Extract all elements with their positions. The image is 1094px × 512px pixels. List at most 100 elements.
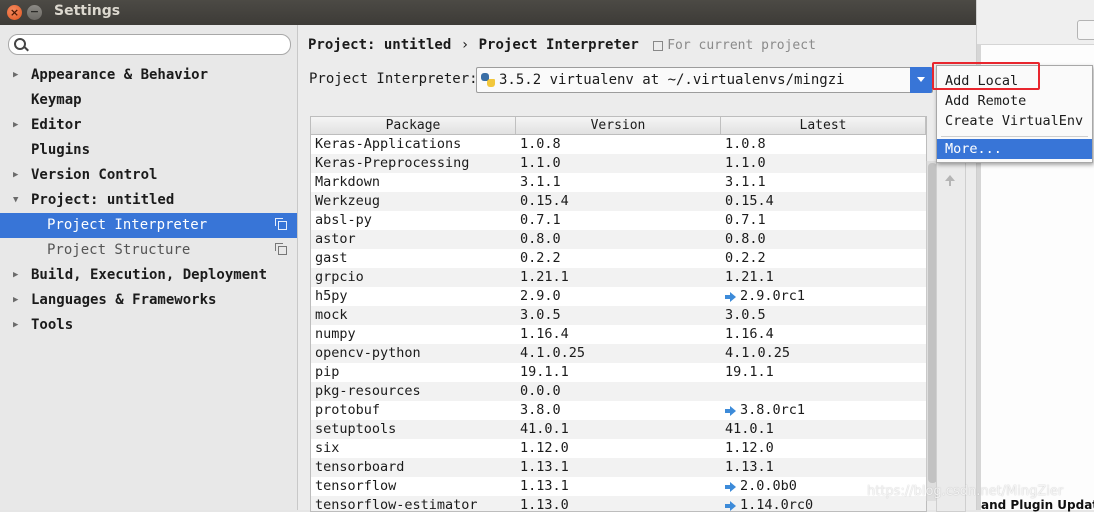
column-header-version[interactable]: Version — [516, 117, 721, 134]
window-title: Settings — [54, 3, 121, 19]
package-version-text: 1.21.1 — [520, 269, 569, 285]
page-title: Project Interpreter — [478, 37, 639, 53]
package-version-text: 41.0.1 — [520, 421, 569, 437]
sidebar-item-build[interactable]: ▶ Build, Execution, Deployment — [0, 263, 297, 288]
sidebar-item-appearance[interactable]: ▶ Appearance & Behavior — [0, 63, 297, 88]
package-version-text: 1.12.0 — [520, 440, 569, 456]
menu-item-more[interactable]: More... — [937, 139, 1092, 159]
table-row[interactable]: tensorflow 1.13.1 2.0.0b0 — [311, 477, 926, 496]
package-version-text: 1.13.1 — [520, 459, 569, 475]
package-name-text: tensorboard — [315, 459, 405, 475]
sidebar-item-languages[interactable]: ▶ Languages & Frameworks — [0, 288, 297, 313]
package-name: absl-py — [315, 211, 372, 230]
table-row[interactable]: mock 3.0.5 3.0.5 — [311, 306, 926, 325]
table-row[interactable]: protobuf 3.8.0 3.8.0rc1 — [311, 401, 926, 420]
package-name: pkg-resources — [315, 382, 421, 401]
sidebar-item-project[interactable]: ▼ Project: untitled — [0, 188, 297, 213]
package-latest-text: 41.0.1 — [725, 421, 774, 437]
expand-arrow-icon[interactable]: ▶ — [13, 313, 18, 338]
package-version: 3.0.5 — [520, 306, 561, 325]
sidebar-item-project-structure[interactable]: Project Structure — [0, 238, 297, 263]
table-row[interactable]: Werkzeug 0.15.4 0.15.4 — [311, 192, 926, 211]
package-name: grpcio — [315, 268, 364, 287]
table-row[interactable]: pip 19.1.1 19.1.1 — [311, 363, 926, 382]
table-row[interactable]: tensorboard 1.13.1 1.13.1 — [311, 458, 926, 477]
packages-table[interactable]: Package Version Latest Keras-Application… — [310, 116, 927, 512]
interpreter-label: Project Interpreter: — [309, 71, 478, 87]
minimize-icon[interactable]: − — [27, 5, 42, 20]
title-bar: × − Settings — [0, 0, 976, 25]
package-version-text: 0.2.2 — [520, 250, 561, 266]
package-latest: 1.12.0 — [725, 439, 774, 458]
package-version-text: 19.1.1 — [520, 364, 569, 380]
package-name-text: absl-py — [315, 212, 372, 228]
table-row[interactable]: Keras-Preprocessing 1.1.0 1.1.0 — [311, 154, 926, 173]
table-row[interactable]: Markdown 3.1.1 3.1.1 — [311, 173, 926, 192]
package-name-text: tensorflow — [315, 478, 397, 494]
sidebar-item-editor[interactable]: ▶ Editor — [0, 113, 297, 138]
table-row[interactable]: pkg-resources 0.0.0 — [311, 382, 926, 401]
package-latest: 1.0.8 — [725, 135, 766, 154]
table-row[interactable]: six 1.12.0 1.12.0 — [311, 439, 926, 458]
package-name: mock — [315, 306, 348, 325]
menu-separator — [941, 136, 1088, 137]
menu-item-create-virtualenv[interactable]: Create VirtualEnv — [937, 111, 1092, 131]
search-input[interactable] — [8, 34, 291, 55]
package-name: six — [315, 439, 339, 458]
sidebar-item-tools[interactable]: ▶ Tools — [0, 313, 297, 338]
upgrade-available-icon — [725, 482, 736, 492]
collapse-arrow-icon[interactable]: ▼ — [13, 188, 18, 213]
table-row[interactable]: h5py 2.9.0 2.9.0rc1 — [311, 287, 926, 306]
table-row[interactable]: opencv-python 4.1.0.25 4.1.0.25 — [311, 344, 926, 363]
package-name: astor — [315, 230, 356, 249]
expand-arrow-icon[interactable]: ▶ — [13, 288, 18, 313]
package-version-text: 1.16.4 — [520, 326, 569, 342]
sidebar-item-label: Editor — [31, 117, 82, 133]
sidebar-item-project-interpreter[interactable]: Project Interpreter — [0, 213, 297, 238]
expand-arrow-icon[interactable]: ▶ — [13, 163, 18, 188]
interpreter-select[interactable]: 3.5.2 virtualenv at ~/.virtualenvs/mingz… — [476, 67, 933, 93]
sidebar-item-plugins[interactable]: Plugins — [0, 138, 297, 163]
upgrade-available-icon — [725, 292, 736, 302]
table-row[interactable]: astor 0.8.0 0.8.0 — [311, 230, 926, 249]
expand-arrow-icon[interactable]: ▶ — [13, 113, 18, 138]
breadcrumb: Project: untitled › Project Interpreter … — [308, 37, 816, 53]
package-version: 0.8.0 — [520, 230, 561, 249]
package-toolbar — [936, 116, 966, 512]
close-icon[interactable]: × — [7, 5, 22, 20]
package-latest: 3.1.1 — [725, 173, 766, 192]
table-row[interactable]: numpy 1.16.4 1.16.4 — [311, 325, 926, 344]
table-row[interactable]: Keras-Applications 1.0.8 1.0.8 — [311, 135, 926, 154]
table-row[interactable]: absl-py 0.7.1 0.7.1 — [311, 211, 926, 230]
sidebar-item-label: Keymap — [31, 92, 82, 108]
sidebar-item-label: Project Interpreter — [47, 217, 208, 233]
sidebar-item-label: Tools — [31, 317, 74, 333]
table-row[interactable]: grpcio 1.21.1 1.21.1 — [311, 268, 926, 287]
package-name: setuptools — [315, 420, 396, 439]
expand-arrow-icon[interactable]: ▶ — [13, 263, 18, 288]
column-header-latest[interactable]: Latest — [721, 117, 926, 134]
package-latest: 2.9.0rc1 — [725, 287, 805, 306]
chevron-down-icon[interactable] — [910, 67, 932, 93]
table-row[interactable]: setuptools 41.0.1 41.0.1 — [311, 420, 926, 439]
upgrade-package-icon[interactable] — [945, 175, 955, 186]
sidebar-item-keymap[interactable]: Keymap — [0, 88, 297, 113]
sidebar-item-version-control[interactable]: ▶ Version Control — [0, 163, 297, 188]
package-version-text: 1.13.1 — [520, 478, 569, 494]
column-header-package[interactable]: Package — [311, 117, 516, 134]
project-scope-icon — [653, 40, 664, 51]
expand-arrow-icon[interactable]: ▶ — [13, 63, 18, 88]
menu-item-add-remote[interactable]: Add Remote — [937, 91, 1092, 111]
sidebar-item-label: Version Control — [31, 167, 158, 183]
package-latest: 0.15.4 — [725, 192, 774, 211]
package-version-text: 0.0.0 — [520, 383, 561, 399]
package-name-text: numpy — [315, 326, 356, 342]
package-latest: 41.0.1 — [725, 420, 774, 439]
interpreter-value: 3.5.2 virtualenv at ~/.virtualenvs/mingz… — [499, 72, 845, 88]
table-row[interactable]: gast 0.2.2 0.2.2 — [311, 249, 926, 268]
sidebar-item-label: Project: untitled — [31, 192, 175, 208]
package-latest-text: 4.1.0.25 — [725, 345, 791, 361]
settings-window: × − Settings ▶ Appearance & Behavior Key… — [0, 0, 976, 512]
package-name-text: Werkzeug — [315, 193, 381, 209]
annotation-highlight-box — [932, 62, 1040, 90]
